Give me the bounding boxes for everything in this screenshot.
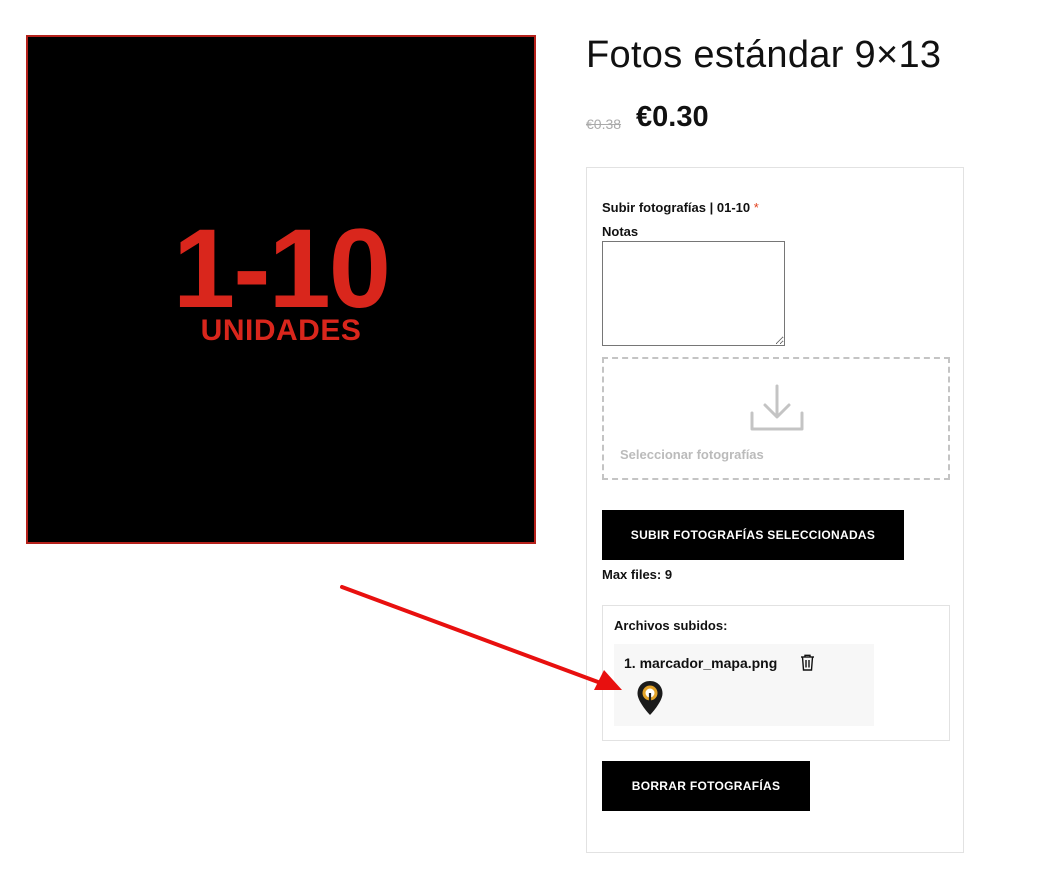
map-marker-icon — [637, 681, 663, 715]
product-image: 1-10 UNIDADES — [26, 35, 536, 544]
uploaded-file-name: 1. marcador_mapa.png — [624, 655, 778, 671]
uploaded-file-item: 1. marcador_mapa.png — [614, 644, 874, 726]
trash-icon[interactable] — [800, 654, 815, 671]
delete-photos-button[interactable]: BORRAR FOTOGRAFÍAS — [602, 761, 810, 811]
uploaded-files-panel: Archivos subidos: 1. marcador_mapa.png — [602, 605, 950, 741]
dropzone-label: Seleccionar fotografías — [620, 447, 764, 462]
upload-label: Subir fotografías | 01-10 * — [602, 200, 759, 215]
notes-label: Notas — [602, 224, 639, 239]
product-image-count: 1-10 — [172, 206, 391, 331]
product-title: Fotos estándar 9×13 — [586, 34, 942, 76]
upload-selected-button[interactable]: SUBIR FOTOGRAFÍAS SELECCIONADAS — [602, 510, 904, 560]
uploaded-files-heading: Archivos subidos: — [614, 618, 728, 633]
max-files-text: Max files: 9 — [602, 567, 673, 582]
notes-textarea[interactable] — [602, 241, 785, 346]
download-icon — [750, 384, 804, 431]
upload-form: Subir fotografías | 01-10 * Notas Selecc… — [586, 167, 964, 853]
price-current: €0.30 — [636, 101, 709, 133]
photo-dropzone[interactable]: Seleccionar fotografías — [602, 357, 950, 480]
required-mark: * — [753, 200, 759, 215]
upload-label-text: Subir fotografías | 01-10 — [602, 200, 751, 215]
price-old: €0.38 — [586, 116, 622, 132]
product-image-unit: UNIDADES — [200, 314, 362, 347]
